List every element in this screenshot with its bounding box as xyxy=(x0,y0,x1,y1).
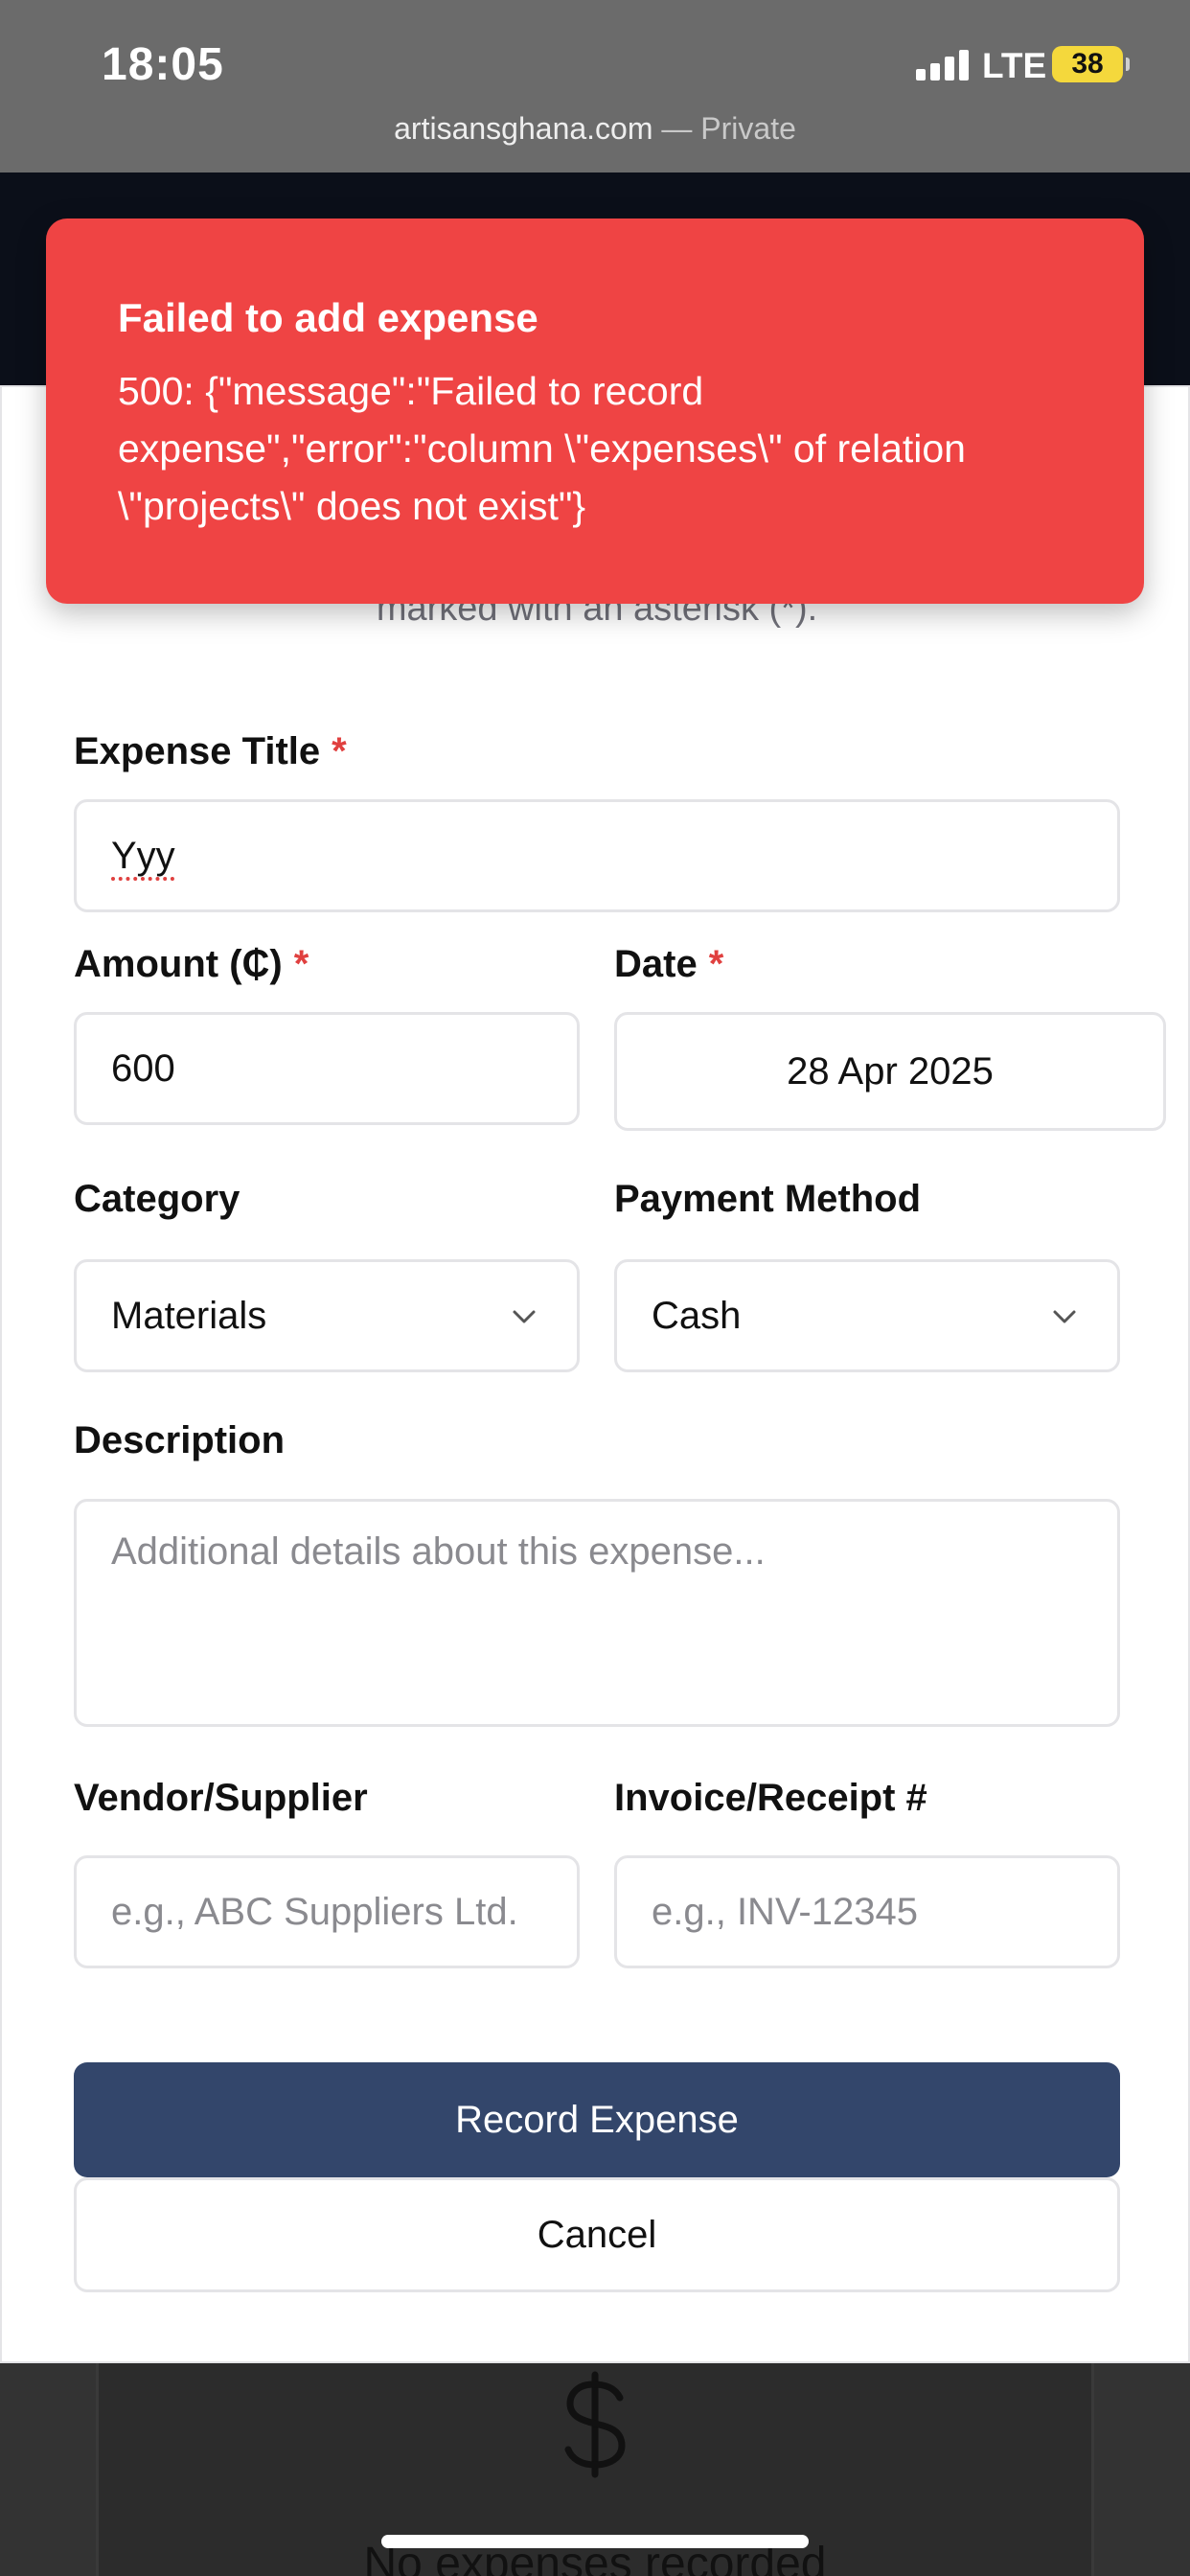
invoice-input[interactable]: e.g., INV-12345 xyxy=(614,1855,1120,1968)
battery-level: 38 xyxy=(1071,48,1104,80)
payment-method-label: Payment Method xyxy=(614,1178,922,1220)
required-marker: * xyxy=(293,943,309,985)
required-marker: * xyxy=(332,730,347,772)
chevron-down-icon xyxy=(1053,1310,1076,1323)
amount-input[interactable]: 600 xyxy=(74,1012,580,1125)
date-value: 28 Apr 2025 xyxy=(787,1049,994,1092)
category-value: Materials xyxy=(111,1294,267,1337)
amount-label: Amount (₵) * xyxy=(74,943,309,986)
category-select[interactable]: Materials xyxy=(74,1259,580,1372)
add-expense-modal: marked with an asterisk (*). Expense Tit… xyxy=(0,385,1190,2363)
toast-title: Failed to add expense xyxy=(118,295,538,340)
date-input[interactable]: 28 Apr 2025 xyxy=(614,1012,1166,1131)
description-label: Description xyxy=(74,1419,286,1461)
payment-method-select[interactable]: Cash xyxy=(614,1259,1120,1372)
invoice-placeholder: e.g., INV-12345 xyxy=(652,1890,918,1933)
description-textarea[interactable]: Additional details about this expense... xyxy=(74,1499,1120,1727)
battery-icon: 38 xyxy=(1052,46,1130,82)
description-placeholder: Additional details about this expense... xyxy=(111,1530,766,1573)
dollar-icon xyxy=(564,2371,626,2478)
category-label: Category xyxy=(74,1178,240,1220)
vendor-placeholder: e.g., ABC Suppliers Ltd. xyxy=(111,1890,518,1933)
record-expense-button[interactable]: Record Expense xyxy=(74,2062,1120,2177)
cancel-button[interactable]: Cancel xyxy=(74,2177,1120,2292)
date-label: Date * xyxy=(614,943,723,986)
payment-method-value: Cash xyxy=(652,1294,742,1337)
expense-title-label-text: Expense Title xyxy=(74,730,321,772)
signal-icon xyxy=(916,50,973,80)
chevron-down-icon xyxy=(513,1310,536,1323)
expense-title-value: Yyy xyxy=(111,834,175,877)
toast-message: 500: {"message":"Failed to record expens… xyxy=(118,369,966,528)
amount-value: 600 xyxy=(111,1046,175,1090)
url-domain: artisansghana.com xyxy=(394,111,653,146)
vendor-label: Vendor/Supplier xyxy=(74,1777,368,1819)
home-indicator[interactable] xyxy=(381,2535,809,2548)
expense-title-label: Expense Title * xyxy=(74,730,347,773)
vendor-input[interactable]: e.g., ABC Suppliers Ltd. xyxy=(74,1855,580,1968)
status-time: 18:05 xyxy=(102,39,224,90)
url-bar[interactable]: artisansghana.com — Private xyxy=(0,111,1190,147)
invoice-label: Invoice/Receipt # xyxy=(614,1777,927,1819)
expense-title-input[interactable]: Yyy xyxy=(74,799,1120,912)
amount-label-text: Amount (₵) xyxy=(74,943,283,985)
date-label-text: Date xyxy=(614,943,698,985)
network-type: LTE xyxy=(982,46,1047,85)
required-marker: * xyxy=(708,943,724,985)
private-label: — Private xyxy=(661,111,796,146)
status-bar: 18:05 LTE 38 artisansghana.com — Private xyxy=(0,0,1190,172)
error-toast[interactable]: Failed to add expense 500: {"message":"F… xyxy=(46,218,1144,604)
